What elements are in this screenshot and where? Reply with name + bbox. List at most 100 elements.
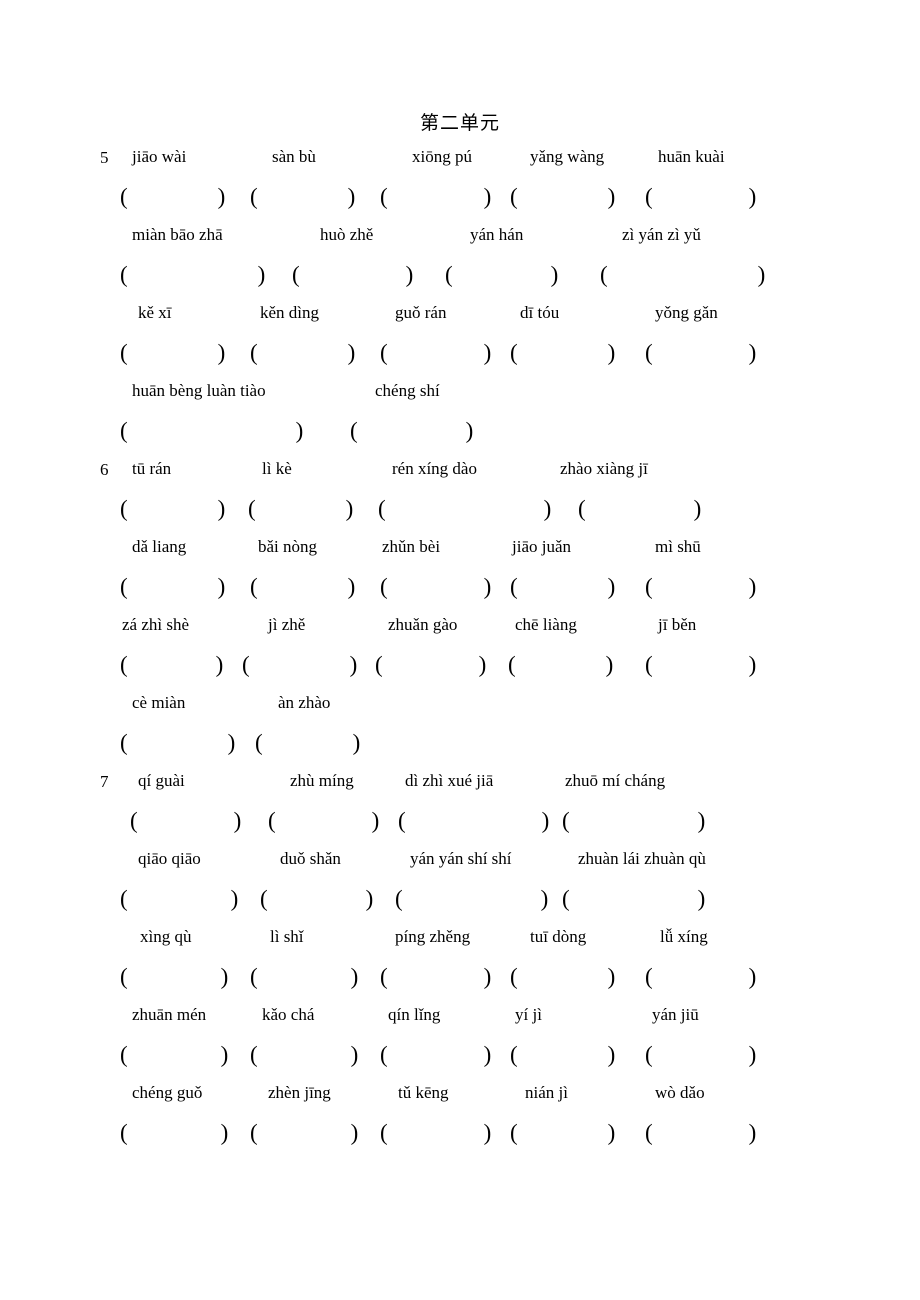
bracket-open: (: [380, 1120, 388, 1145]
answer-blank[interactable]: (): [120, 262, 272, 288]
pinyin-word: lì shǐ: [270, 927, 304, 946]
answer-blank[interactable]: (): [250, 1042, 365, 1068]
answer-blank[interactable]: (): [645, 1042, 763, 1068]
answer-blank[interactable]: (): [350, 418, 480, 444]
answer-blank[interactable]: (): [268, 808, 386, 834]
answer-blank[interactable]: (): [380, 184, 498, 210]
answer-blank[interactable]: (): [510, 184, 622, 210]
answer-blank[interactable]: (): [398, 808, 556, 834]
bracket-open: (: [645, 652, 653, 677]
bracket-close: ): [748, 1120, 757, 1145]
answer-blank[interactable]: (): [120, 1042, 235, 1068]
answer-blank[interactable]: (): [120, 652, 230, 678]
bracket-open: (: [645, 1042, 653, 1067]
answer-blank[interactable]: (): [380, 340, 498, 366]
answer-blank[interactable]: (): [380, 1042, 498, 1068]
answer-blank[interactable]: (): [395, 886, 555, 912]
pinyin-word: huò zhě: [320, 225, 374, 244]
answer-blank[interactable]: (): [250, 1120, 365, 1146]
page-title: 第二单元: [419, 112, 500, 134]
exercise-section: 7 qí guài zhù míng dì zhì xué jiā zhuō mí ch…: [100, 770, 800, 1160]
answer-blank[interactable]: (): [510, 574, 622, 600]
answer-blank[interactable]: (): [242, 652, 364, 678]
bracket-open: (: [120, 340, 128, 365]
pinyin-word: yǎng wàng: [530, 147, 605, 166]
answer-blank[interactable]: (): [250, 964, 365, 990]
bracket-close: ): [607, 184, 616, 209]
answer-blank[interactable]: (): [380, 574, 498, 600]
bracket-close: ): [220, 1120, 229, 1145]
answer-blank[interactable]: (): [250, 184, 362, 210]
bracket-open: (: [645, 184, 653, 209]
answer-blank[interactable]: (): [120, 886, 245, 912]
answer-blank[interactable]: (): [562, 808, 712, 834]
answer-blank[interactable]: (): [510, 1042, 622, 1068]
exercise-section: 6 tū rán lì kè rén xíng dào zhào xiàng jī()(…: [100, 458, 800, 770]
bracket-open: (: [645, 964, 653, 989]
answer-blank[interactable]: (): [645, 574, 763, 600]
answer-blank[interactable]: (): [250, 574, 362, 600]
answer-blank[interactable]: (): [120, 964, 235, 990]
bracket-open: (: [510, 1120, 518, 1145]
pinyin-row: chéng guǒ zhèn jīng tǔ kēng nián jì wò dǎo: [100, 1082, 800, 1120]
pinyin-word: zhuàn lái zhuàn qù: [578, 849, 706, 868]
answer-blank[interactable]: (): [260, 886, 380, 912]
answer-blank[interactable]: (): [120, 418, 310, 444]
bracket-open: (: [120, 1120, 128, 1145]
bracket-open: (: [600, 262, 608, 287]
pinyin-word: kǎo chá: [262, 1005, 315, 1024]
answer-blank[interactable]: (): [380, 1120, 498, 1146]
answer-blank[interactable]: (): [562, 886, 712, 912]
answer-blank[interactable]: (): [510, 1120, 622, 1146]
bracket-close: ): [347, 574, 356, 599]
pinyin-word: zhuān mén: [132, 1005, 207, 1024]
answer-blank[interactable]: (): [120, 184, 232, 210]
answer-blank[interactable]: (): [292, 262, 420, 288]
answer-blank[interactable]: (): [255, 730, 367, 756]
answer-blank[interactable]: (): [600, 262, 772, 288]
pinyin-row: zá zhì shè jì zhě zhuǎn gào chē liàng jī běn: [100, 614, 800, 652]
bracket-close: ): [217, 496, 226, 521]
section-number: 5: [100, 148, 109, 167]
pinyin-word: jiāo juǎn: [512, 537, 572, 556]
answer-blank[interactable]: (): [645, 184, 763, 210]
answer-blank[interactable]: (): [445, 262, 565, 288]
bracket-close: ): [483, 1120, 492, 1145]
answer-blank[interactable]: (): [248, 496, 360, 522]
answer-blank[interactable]: (): [508, 652, 620, 678]
bracket-open: (: [130, 808, 138, 833]
bracket-open: (: [445, 262, 453, 287]
answer-blank[interactable]: (): [645, 964, 763, 990]
answer-blank[interactable]: (): [120, 340, 232, 366]
answer-blank[interactable]: (): [510, 964, 622, 990]
answer-blank[interactable]: (): [120, 1120, 235, 1146]
answer-blank[interactable]: (): [130, 808, 248, 834]
bracket-close: ): [748, 1042, 757, 1067]
bracket-close: ): [345, 496, 354, 521]
answer-blank[interactable]: (): [510, 340, 622, 366]
answer-blank[interactable]: (): [120, 496, 232, 522]
answer-blank[interactable]: (): [578, 496, 708, 522]
answer-blank[interactable]: (): [375, 652, 493, 678]
bracket-open: (: [510, 1042, 518, 1067]
answer-blank[interactable]: (): [645, 652, 763, 678]
pinyin-row: 6 tū rán lì kè rén xíng dào zhào xiàng jī: [100, 458, 800, 496]
pinyin-word: kě xī: [138, 303, 172, 322]
answer-blank[interactable]: (): [378, 496, 558, 522]
answer-blank[interactable]: (): [645, 1120, 763, 1146]
answer-row: ()()()(): [100, 262, 800, 302]
bracket-close: ): [347, 184, 356, 209]
answer-blank[interactable]: (): [380, 964, 498, 990]
answer-blank[interactable]: (): [120, 574, 232, 600]
pinyin-word: píng zhěng: [395, 927, 471, 946]
pinyin-word: kěn dìng: [260, 303, 320, 322]
bracket-close: ): [748, 652, 757, 677]
answer-blank[interactable]: (): [645, 340, 763, 366]
bracket-close: ): [483, 574, 492, 599]
answer-blank[interactable]: (): [120, 730, 242, 756]
answer-blank[interactable]: (): [250, 340, 362, 366]
bracket-close: ): [483, 184, 492, 209]
answer-row: ()()()()(): [100, 1042, 800, 1082]
pinyin-word: qiāo qiāo: [138, 849, 201, 868]
bracket-close: ): [550, 262, 559, 287]
